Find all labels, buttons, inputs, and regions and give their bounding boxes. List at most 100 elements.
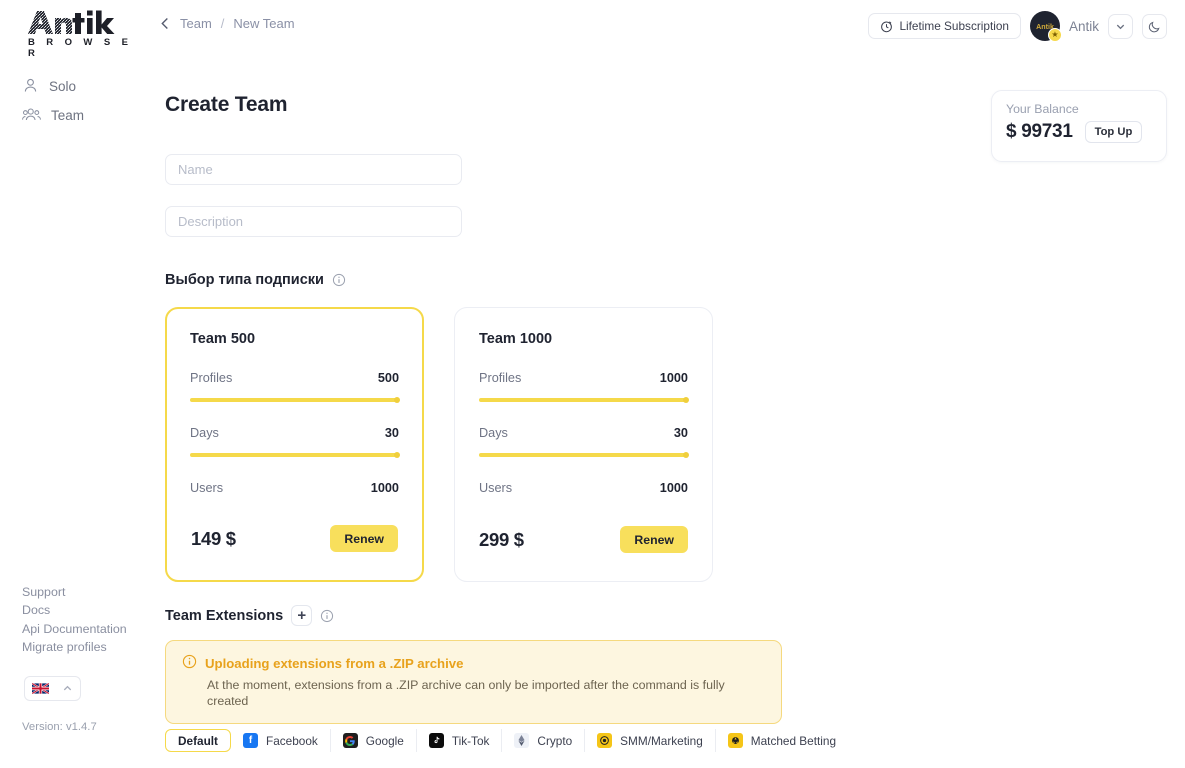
- chip-label: Matched Betting: [750, 733, 837, 748]
- metric-value: 1000: [659, 481, 688, 495]
- chip-label: SMM/Marketing: [620, 733, 703, 748]
- extension-category-tabs: Default f Facebook Google Tik-Tok Crypto…: [165, 729, 849, 752]
- smm-icon: [597, 733, 613, 748]
- chip-default[interactable]: Default: [165, 729, 231, 752]
- sidebar: B R O W S E R Solo Team Support Docs Api…: [0, 0, 150, 768]
- profiles-slider[interactable]: [479, 397, 689, 403]
- logo-wordmark-icon: [28, 10, 115, 34]
- days-slider[interactable]: [190, 452, 400, 458]
- plan-price: 149 $: [191, 527, 236, 549]
- alert-info-icon: [182, 654, 197, 672]
- plan-list: Team 500 Profiles 500 Days 30 Users 1000…: [165, 307, 713, 582]
- language-selector[interactable]: [24, 676, 81, 701]
- chip-label: Crypto: [537, 733, 573, 748]
- plan-metric-days: Days 30: [479, 426, 689, 458]
- chip-label: Tik-Tok: [451, 733, 490, 748]
- plan-metric-users: Users 1000: [190, 481, 399, 495]
- app-version: Version: v1.4.7: [22, 721, 97, 733]
- clock-icon: [881, 20, 893, 32]
- back-icon[interactable]: [160, 17, 171, 30]
- metric-value: 500: [377, 371, 399, 385]
- balance-label: Your Balance: [1006, 102, 1079, 116]
- chip-facebook[interactable]: f Facebook: [230, 729, 331, 752]
- chip-matched-betting[interactable]: Matched Betting: [715, 729, 849, 752]
- chip-tiktok[interactable]: Tik-Tok: [416, 729, 503, 752]
- chip-smm-marketing[interactable]: SMM/Marketing: [585, 729, 716, 752]
- days-slider[interactable]: [479, 452, 689, 458]
- app-logo[interactable]: B R O W S E R: [26, 9, 134, 59]
- users-icon: [22, 106, 41, 126]
- extensions-heading-label: Team Extensions: [165, 607, 284, 624]
- team-name-input[interactable]: [165, 154, 462, 185]
- chip-crypto[interactable]: Crypto: [502, 729, 586, 752]
- plan-metric-days: Days 30: [190, 426, 400, 458]
- alert-title: Uploading extensions from a .ZIP archive: [205, 655, 464, 671]
- alert-description: At the moment, extensions from a .ZIP ar…: [207, 678, 725, 708]
- balance-amount: $ 99731: [1006, 121, 1073, 142]
- plan-name: Team 500: [190, 331, 256, 347]
- balance-card: Your Balance $ 99731 Top Up: [991, 90, 1167, 162]
- balance-row: $ 99731 Top Up: [1006, 121, 1152, 143]
- breadcrumb: Team / New Team: [160, 16, 295, 31]
- plan-card-team-500[interactable]: Team 500 Profiles 500 Days 30 Users 1000…: [165, 307, 424, 582]
- link-api-documentation[interactable]: Api Documentation: [22, 620, 127, 638]
- sidebar-nav: Solo Team: [22, 72, 142, 130]
- user-icon: [22, 77, 39, 97]
- metric-label: Profiles: [479, 371, 522, 385]
- breadcrumb-parent[interactable]: Team: [180, 16, 212, 31]
- renew-button[interactable]: Renew: [330, 525, 398, 552]
- renew-button[interactable]: Renew: [620, 526, 688, 553]
- chip-label: Facebook: [265, 733, 318, 748]
- theme-toggle-button[interactable]: [1142, 13, 1167, 39]
- metric-label: Profiles: [190, 371, 233, 385]
- subscription-heading-label: Выбор типа подписки: [165, 272, 324, 288]
- info-icon[interactable]: [332, 273, 346, 287]
- chip-google[interactable]: Google: [330, 729, 417, 752]
- plan-footer: 149 $ Renew: [191, 525, 398, 552]
- plan-metric-users: Users 1000: [479, 481, 688, 495]
- user-menu-button[interactable]: [1108, 13, 1133, 39]
- plan-name: Team 1000: [479, 331, 553, 347]
- app-root: B R O W S E R Solo Team Support Docs Api…: [0, 0, 1185, 768]
- lifetime-subscription-label: Lifetime Subscription: [899, 19, 1009, 33]
- metric-value: 30: [384, 426, 399, 440]
- link-docs[interactable]: Docs: [22, 601, 127, 619]
- metric-value: 1000: [370, 481, 399, 495]
- moon-icon: [1148, 21, 1160, 32]
- crypto-icon: [514, 733, 530, 748]
- metric-value: 1000: [659, 371, 688, 385]
- sidebar-item-team[interactable]: Team: [22, 101, 142, 130]
- google-icon: [342, 733, 358, 748]
- metric-label: Days: [479, 426, 508, 440]
- subscription-section-heading: Выбор типа подписки: [165, 272, 346, 288]
- sidebar-item-solo[interactable]: Solo: [22, 72, 142, 101]
- avatar[interactable]: Antik ★: [1029, 11, 1062, 42]
- user-name[interactable]: Antik: [1069, 19, 1099, 34]
- plan-card-team-1000[interactable]: Team 1000 Profiles 1000 Days 30 Users 10…: [454, 307, 713, 582]
- sidebar-item-label: Solo: [49, 79, 77, 94]
- page-title: Create Team: [165, 93, 288, 116]
- zip-upload-alert: Uploading extensions from a .ZIP archive…: [165, 640, 782, 724]
- sidebar-item-label: Team: [51, 108, 85, 123]
- add-extension-button[interactable]: +: [291, 605, 313, 626]
- extensions-section-heading: Team Extensions +: [165, 605, 334, 626]
- info-icon[interactable]: [320, 609, 334, 623]
- uk-flag-icon: [31, 683, 49, 694]
- chevron-up-icon: [64, 685, 72, 691]
- link-migrate-profiles[interactable]: Migrate profiles: [22, 638, 127, 656]
- metric-label: Users: [190, 481, 224, 495]
- team-description-input[interactable]: [165, 206, 462, 237]
- plan-metric-profiles: Profiles 1000: [479, 371, 689, 403]
- breadcrumb-current: New Team: [233, 16, 295, 31]
- header-actions: Lifetime Subscription Antik ★ Antik: [868, 11, 1167, 42]
- alert-title-row: Uploading extensions from a .ZIP archive: [182, 654, 765, 672]
- breadcrumb-separator: /: [220, 16, 225, 31]
- link-support[interactable]: Support: [22, 583, 127, 601]
- profiles-slider[interactable]: [190, 397, 400, 403]
- tiktok-icon: [428, 733, 444, 748]
- top-up-button[interactable]: Top Up: [1084, 121, 1143, 143]
- metric-label: Users: [479, 481, 513, 495]
- metric-value: 30: [673, 426, 688, 440]
- lifetime-subscription-badge[interactable]: Lifetime Subscription: [868, 13, 1021, 39]
- plan-footer: 299 $ Renew: [479, 526, 688, 553]
